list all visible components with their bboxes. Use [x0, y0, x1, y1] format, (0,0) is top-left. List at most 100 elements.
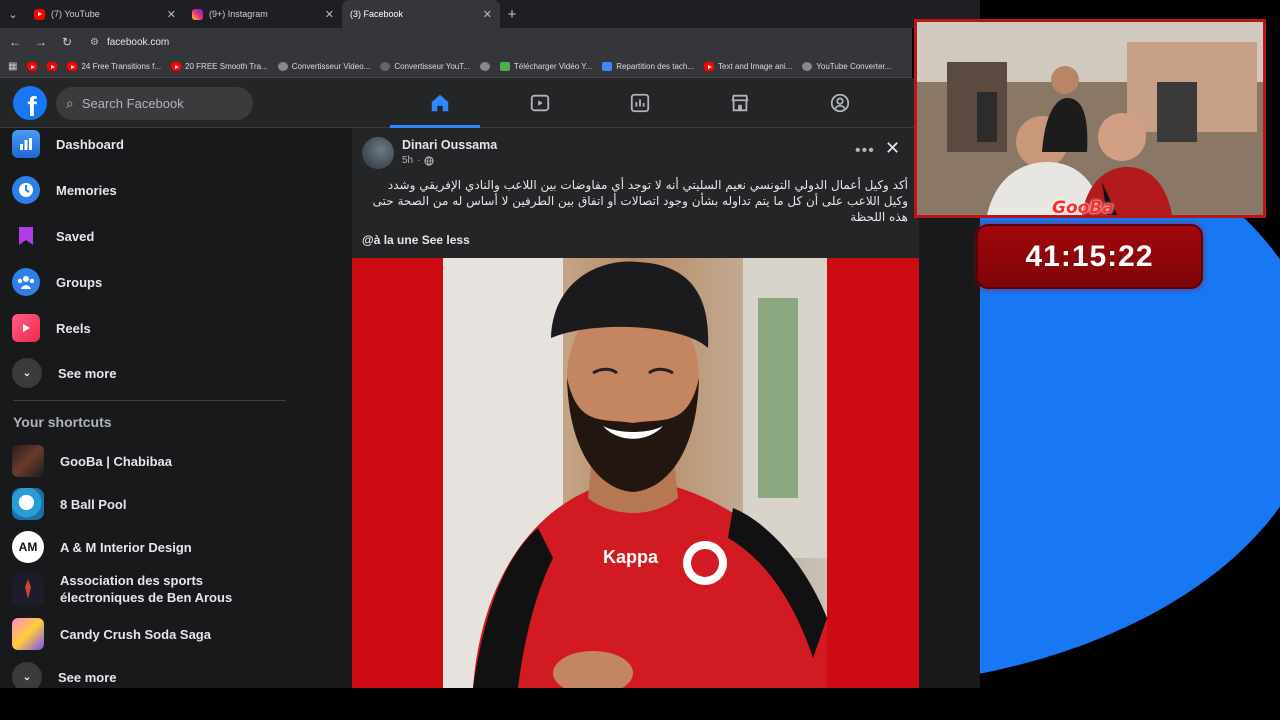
bookmark-item[interactable]: Text and Image ani...: [704, 62, 792, 71]
sidebar-item-groups[interactable]: Groups: [12, 268, 102, 296]
main-nav: [390, 78, 890, 128]
youtube-icon: [704, 62, 715, 71]
see-more-label: See more: [58, 365, 117, 381]
shortcut-8-ball-pool[interactable]: 8 Ball Pool: [12, 488, 126, 520]
forward-icon[interactable]: →: [34, 35, 48, 49]
nav-feeds[interactable]: [590, 78, 690, 128]
facebook-search[interactable]: ⌕: [56, 87, 253, 120]
more-options-icon[interactable]: •••: [855, 142, 875, 160]
tab-search-chevron-icon[interactable]: ⌄: [0, 0, 26, 28]
webcam-overlay: [914, 19, 1266, 218]
profile-circle-icon: [830, 93, 850, 113]
bookmark-item[interactable]: Convertisseur YouT...: [380, 62, 470, 71]
nav-video[interactable]: [490, 78, 590, 128]
post-image[interactable]: Kappa: [352, 258, 919, 688]
shortcut-label: 8 Ball Pool: [60, 496, 127, 512]
tab-title: (3) Facebook: [350, 9, 404, 19]
candy-crush-icon: [12, 618, 44, 650]
bookmark-item[interactable]: Repartition des tach...: [602, 62, 694, 71]
sidebar-item-label: Dashboard: [56, 136, 124, 152]
youtube-icon: [47, 62, 58, 71]
association-logo-icon: [12, 573, 44, 605]
site-info-icon[interactable]: ⚙: [90, 37, 99, 48]
bookmark-item[interactable]: 24 Free Transitions f...: [67, 62, 161, 71]
tab-close-icon[interactable]: ✕: [483, 8, 492, 21]
home-icon: [431, 94, 449, 112]
bookmark-item[interactable]: Convertisseur Video...: [277, 62, 370, 71]
dashboard-icon: [12, 130, 40, 158]
facebook-logo-icon[interactable]: f: [13, 86, 47, 120]
tab-close-icon[interactable]: ✕: [325, 8, 334, 21]
countdown-timer: 41:15:22: [976, 224, 1203, 289]
back-icon[interactable]: ←: [8, 35, 22, 49]
bookmark-item[interactable]: [27, 62, 38, 71]
author-avatar[interactable]: [362, 137, 394, 169]
instagram-icon: [192, 8, 203, 20]
globe-icon: [802, 62, 813, 71]
post-text: أكد وكيل أعمال الدولي التونسي نعيم السلي…: [372, 178, 908, 224]
kappa-logo: Kappa: [603, 547, 659, 567]
bookmark-label: 24 Free Transitions f...: [81, 62, 162, 71]
browser-tab-bar: ⌄ (7) YouTube ✕ (9+) Instagram ✕ (3) Fac…: [0, 0, 1280, 688]
shortcut-association[interactable]: Association des sports électroniques de …: [12, 572, 290, 606]
tab-facebook[interactable]: (3) Facebook ✕: [342, 0, 1280, 688]
doc-icon: [602, 62, 613, 71]
bookmark-label: YouTube Converter...: [816, 62, 892, 71]
post-time[interactable]: 5h: [402, 155, 413, 166]
reload-icon[interactable]: ↻: [60, 35, 74, 49]
bookmark-label: 20 FREE Smooth Tra...: [185, 62, 268, 71]
sidebar-item-dashboard[interactable]: Dashboard: [12, 130, 124, 158]
shortcut-candy-crush[interactable]: Candy Crush Soda Saga: [12, 618, 211, 650]
gooba-page-avatar: [12, 445, 44, 477]
bookmark-item[interactable]: Télécharger Vidéo Y...: [499, 62, 593, 71]
tab-instagram[interactable]: (9+) Instagram ✕: [184, 0, 342, 28]
post-tagline[interactable]: @à la une See less: [362, 233, 470, 247]
bookmark-label: Télécharger Vidéo Y...: [513, 62, 593, 71]
bookmark-item[interactable]: [47, 62, 58, 71]
apps-grid-icon[interactable]: ▦: [8, 61, 17, 72]
shortcut-label: A & M Interior Design: [60, 539, 192, 555]
globe-icon: [277, 62, 288, 71]
youtube-icon: [171, 62, 182, 71]
globe-icon: [380, 62, 391, 71]
bookmark-label: Convertisseur YouT...: [394, 62, 470, 71]
left-sidebar: Dashboard Memories Saved Groups Reels ⌄ …: [0, 128, 300, 688]
nav-gaming[interactable]: [790, 78, 890, 128]
globe-icon: [479, 62, 490, 71]
youtube-icon: [67, 62, 78, 71]
am-logo-icon: AM: [12, 531, 44, 563]
post-card: Dinari Oussama 5h · ••• ✕ أكد وكيل أعمال…: [352, 128, 919, 688]
channel-name-overlay: GooBa: [1052, 198, 1114, 218]
shortcut-gooba[interactable]: GooBa | Chabibaa: [12, 445, 172, 477]
player-photo: Kappa: [443, 258, 827, 688]
close-icon[interactable]: ✕: [885, 138, 900, 159]
sidebar-see-more[interactable]: ⌄ See more: [12, 358, 117, 388]
sidebar-item-reels[interactable]: Reels: [12, 314, 91, 342]
tab-youtube[interactable]: (7) YouTube ✕: [26, 0, 184, 28]
sidebar-item-saved[interactable]: Saved: [12, 222, 94, 250]
bookmark-item[interactable]: 20 FREE Smooth Tra...: [171, 62, 268, 71]
reels-icon: [12, 314, 40, 342]
bookmark-item[interactable]: YouTube Converter...: [802, 62, 891, 71]
nav-marketplace[interactable]: [690, 78, 790, 128]
shortcuts-see-more[interactable]: ⌄ See more: [12, 662, 117, 688]
new-tab-button[interactable]: +: [500, 6, 524, 23]
facebook-page: f ⌕ Search Facebook Dashboard Memories S…: [0, 78, 980, 688]
post-author[interactable]: Dinari Oussama: [402, 138, 497, 152]
tab-close-icon[interactable]: ✕: [167, 8, 176, 21]
search-input[interactable]: [81, 96, 232, 111]
bookmark-item[interactable]: [479, 62, 490, 71]
dashboard-nav-icon: [630, 93, 650, 113]
globe-icon: [424, 155, 435, 166]
see-more-label: See more: [58, 669, 117, 685]
webcam-feed: [917, 22, 1263, 215]
8-ball-pool-icon: [12, 488, 44, 520]
shortcut-am-interior[interactable]: AM A & M Interior Design: [12, 531, 192, 563]
sidebar-item-label: Reels: [56, 320, 91, 336]
marketplace-icon: [731, 94, 749, 112]
sidebar-item-label: Groups: [56, 274, 103, 290]
url-field[interactable]: ⚙ facebook.com: [90, 37, 169, 48]
nav-home[interactable]: [390, 78, 490, 128]
youtube-icon: [34, 8, 45, 20]
sidebar-item-memories[interactable]: Memories: [12, 176, 117, 204]
